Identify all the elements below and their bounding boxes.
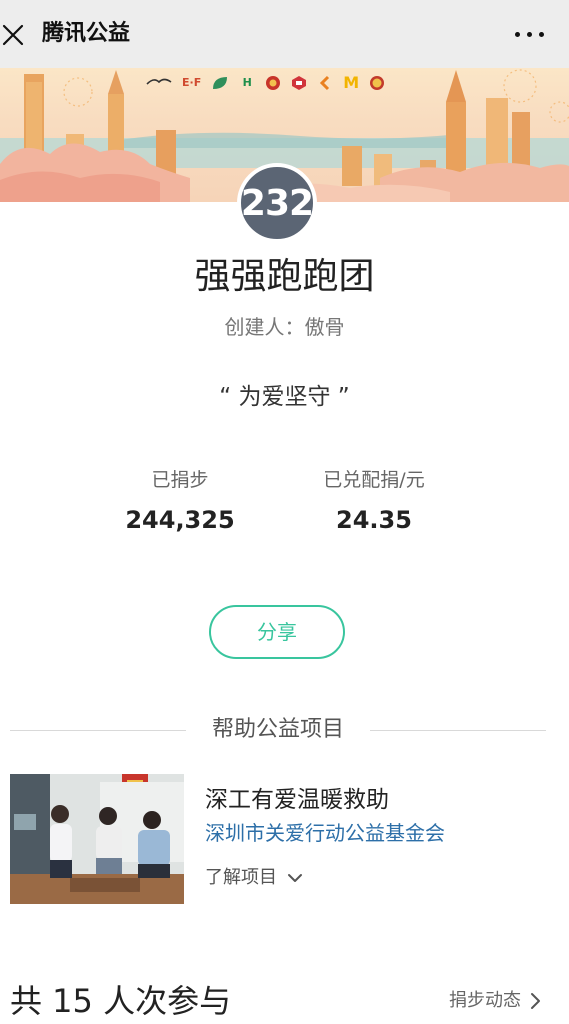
share-button[interactable]: 分享 (209, 605, 345, 659)
donated-steps-label: 已捐步 (151, 469, 209, 491)
hexagon-logo-icon (292, 76, 307, 90)
leaf-logo-icon (213, 77, 228, 89)
donated-steps-value: 244,325 (125, 506, 235, 534)
step-feed-label: 捐步动态 (449, 990, 521, 1011)
team-name: 强强跑跑团 (194, 256, 375, 297)
bird-logo-icon (146, 78, 172, 85)
team-slogan: “ 为爱坚守 ” (219, 384, 350, 410)
badge-logo-icon (370, 76, 385, 90)
donated-steps-stat: 已捐步 244,325 (80, 466, 280, 536)
chevron-right-icon (531, 993, 540, 1009)
project-title[interactable]: 深工有爱温暖救助 (205, 784, 389, 816)
sponsor-logo: E·F (182, 76, 202, 89)
divider (370, 730, 546, 731)
project-image[interactable] (10, 774, 184, 904)
sponsor-logo: M (343, 73, 360, 92)
sponsor-logo (291, 75, 307, 91)
project-section-header: 帮助公益项目 (10, 712, 546, 748)
matched-donation-value: 24.35 (336, 506, 412, 534)
team-avatar: 232 (237, 163, 317, 243)
sponsor-logo (211, 75, 229, 91)
more-horizontal-icon (515, 32, 520, 37)
sponsor-logos: E·F H M (146, 72, 436, 94)
sponsor-logo (146, 75, 172, 91)
learn-more-label: 了解项目 (205, 867, 277, 888)
close-button[interactable] (0, 14, 30, 54)
sponsor-logo: H (242, 76, 252, 89)
project-photo (10, 774, 184, 904)
matched-donation-label: 已兑配捐/元 (323, 469, 425, 491)
emblem-logo-icon (266, 76, 281, 90)
top-bar: 腾讯公益 (0, 0, 569, 68)
step-feed-link[interactable]: 捐步动态 (449, 986, 541, 1016)
arrow-logo-icon (320, 75, 330, 91)
chevron-down-icon (288, 874, 302, 882)
more-horizontal-icon-dot (527, 32, 532, 37)
more-horizontal-icon-dot (539, 32, 544, 37)
sponsor-logo (265, 75, 281, 91)
team-creator: 创建人：傲骨 (224, 315, 345, 339)
close-icon (2, 24, 24, 46)
page-title: 腾讯公益 (42, 21, 131, 46)
more-button[interactable] (513, 22, 547, 46)
sponsor-logo (317, 75, 333, 91)
sponsor-logo (369, 75, 385, 91)
project-organization[interactable]: 深圳市关爱行动公益基金会 (205, 818, 445, 848)
learn-more-button[interactable]: 了解项目 (205, 864, 303, 892)
matched-donation-stat: 已兑配捐/元 24.35 (274, 466, 474, 536)
participants-count: 共 15 人次参与 (10, 982, 232, 1020)
